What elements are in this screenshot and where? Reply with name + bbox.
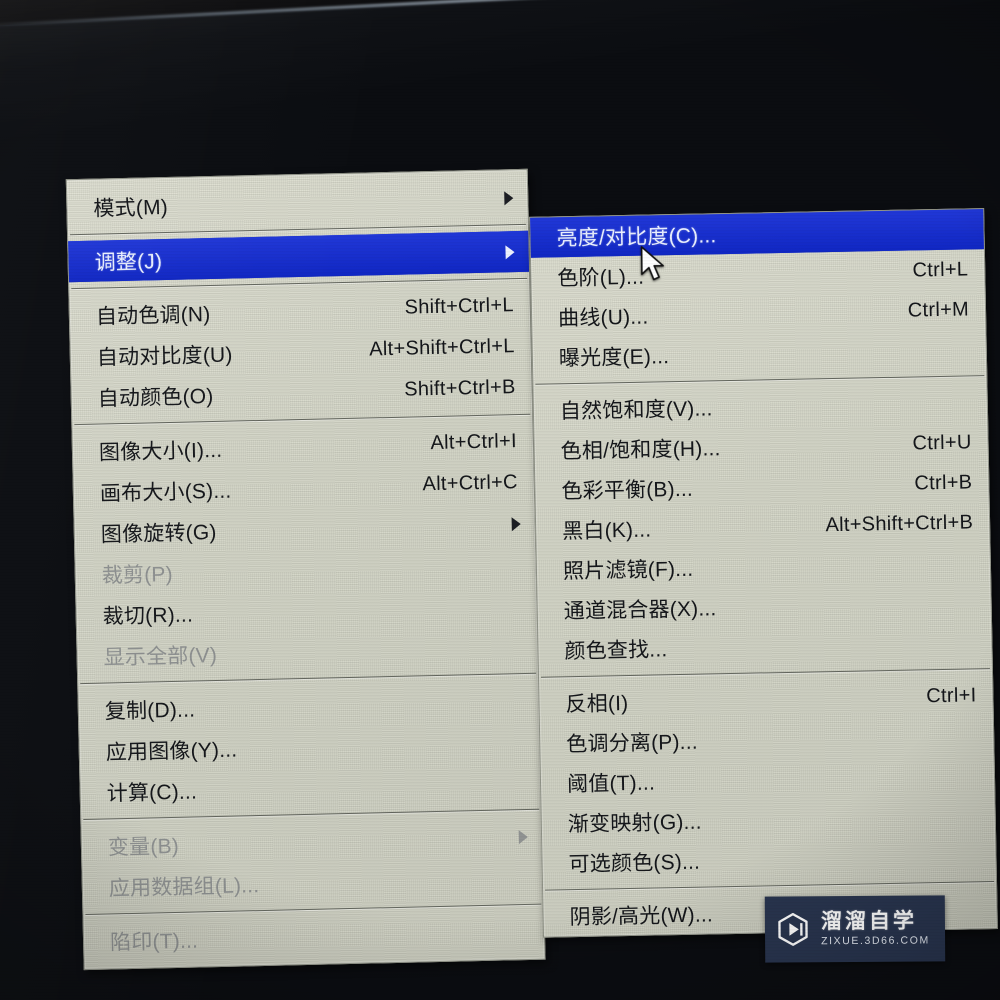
menu-item-label: 反相(I) (565, 692, 629, 717)
submenu-arrow-icon (504, 190, 514, 205)
menu-item-label: 图像大小(I)... (98, 438, 223, 465)
menu-item-label: 复制(D)... (104, 697, 196, 724)
submenu-item-color-lookup[interactable]: 颜色查找... (538, 622, 992, 671)
menu-item-label: 曲线(U)... (557, 305, 649, 331)
submenu-arrow-icon (511, 516, 521, 531)
menu-item-label: 可选颜色(S)... (568, 850, 701, 877)
watermark-badge: 溜溜自学 ZIXUE.3D66.COM (764, 895, 946, 963)
menu-item-label: 计算(C)... (106, 779, 198, 806)
menu-item-label: 阴影/高光(W)... (569, 903, 714, 930)
menu-item-accelerator: Shift+Ctrl+L (404, 294, 515, 319)
play-logo-icon (778, 912, 808, 946)
menu-item-label: 色彩平衡(B)... (561, 477, 694, 504)
menu-item-label: 黑白(K)... (561, 518, 652, 544)
menu-item-accelerator: Shift+Ctrl+B (403, 376, 516, 401)
photoshop-screen-photo: 编辑(E) 图像(I) 图层(L) 文字(Y) 选择(S) 滤镜(T) 3D(D… (0, 0, 1000, 1000)
menu-item-label: 裁剪(P) (101, 562, 174, 588)
menu-item-label: 色相/饱和度(H)... (560, 437, 721, 464)
menu-item-label: 亮度/对比度(C)... (556, 224, 717, 251)
menu-item-label: 阈值(T)... (566, 771, 656, 797)
menu-item-accelerator: Alt+Ctrl+C (422, 471, 519, 496)
menu-item-label: 通道混合器(X)... (563, 597, 717, 624)
watermark-url: ZIXUE.3D66.COM (821, 934, 930, 948)
menu-item-label: 色阶(L)... (557, 265, 645, 291)
menu-item-accelerator: Ctrl+M (907, 297, 970, 322)
menu-item-label: 色调分离(P)... (566, 730, 699, 757)
submenu-arrow-icon (518, 829, 528, 844)
menu-item-label: 裁切(R)... (102, 603, 194, 629)
menu-item-label: 变量(B) (107, 834, 180, 859)
menu-item-accelerator: Ctrl+L (912, 257, 969, 281)
submenu-item-selective-color[interactable]: 可选颜色(S)... (542, 835, 996, 884)
watermark-brand: 溜溜自学 (820, 909, 918, 934)
menu-item-accelerator: Ctrl+B (914, 470, 973, 494)
menu-item-label: 自动颜色(O) (97, 384, 214, 411)
menu-item-label: 调整(J) (94, 249, 163, 275)
menu-item-label: 自动对比度(U) (96, 343, 233, 370)
menu-item-accelerator: Ctrl+U (912, 430, 972, 455)
adjustments-submenu-panel[interactable]: 亮度/对比度(C)... 色阶(L)... Ctrl+L 曲线(U)... Ct… (529, 208, 998, 938)
menu-item-label: 自然饱和度(V)... (559, 397, 713, 424)
image-menu-panel[interactable]: 模式(M) 调整(J) 自动色调(N) Shift+Ctrl+L 自动对比度(U… (65, 168, 546, 971)
menu-item-label: 曝光度(E)... (558, 345, 670, 371)
menu-item-accelerator: Ctrl+I (926, 683, 977, 707)
menu-item-label: 模式(M) (93, 195, 169, 221)
menu-item-label: 渐变映射(G)... (567, 810, 702, 837)
menu-item-label: 照片滤镜(F)... (562, 557, 694, 584)
menu-item-label: 图像旋转(G) (100, 520, 217, 547)
menu-item-accelerator: Alt+Ctrl+I (430, 430, 518, 455)
menu-item-accelerator: Alt+Shift+Ctrl+L (369, 335, 515, 361)
menu-item-label: 应用数据组(L)... (108, 873, 260, 900)
menu-item-label: 颜色查找... (564, 638, 668, 664)
menu-item-label: 陷印(T)... (109, 928, 199, 954)
menu-item-label: 应用图像(Y)... (105, 738, 238, 765)
menu-item-label: 画布大小(S)... (99, 479, 232, 506)
menu-item-adjustments[interactable]: 调整(J) (68, 230, 530, 283)
menu-item-label: 自动色调(N) (95, 302, 211, 329)
menu-item-accelerator: Alt+Shift+Ctrl+B (825, 510, 974, 536)
menu-item-label: 显示全部(V) (103, 643, 218, 670)
submenu-arrow-icon (505, 244, 515, 259)
submenu-item-exposure[interactable]: 曝光度(E)... (532, 329, 986, 378)
